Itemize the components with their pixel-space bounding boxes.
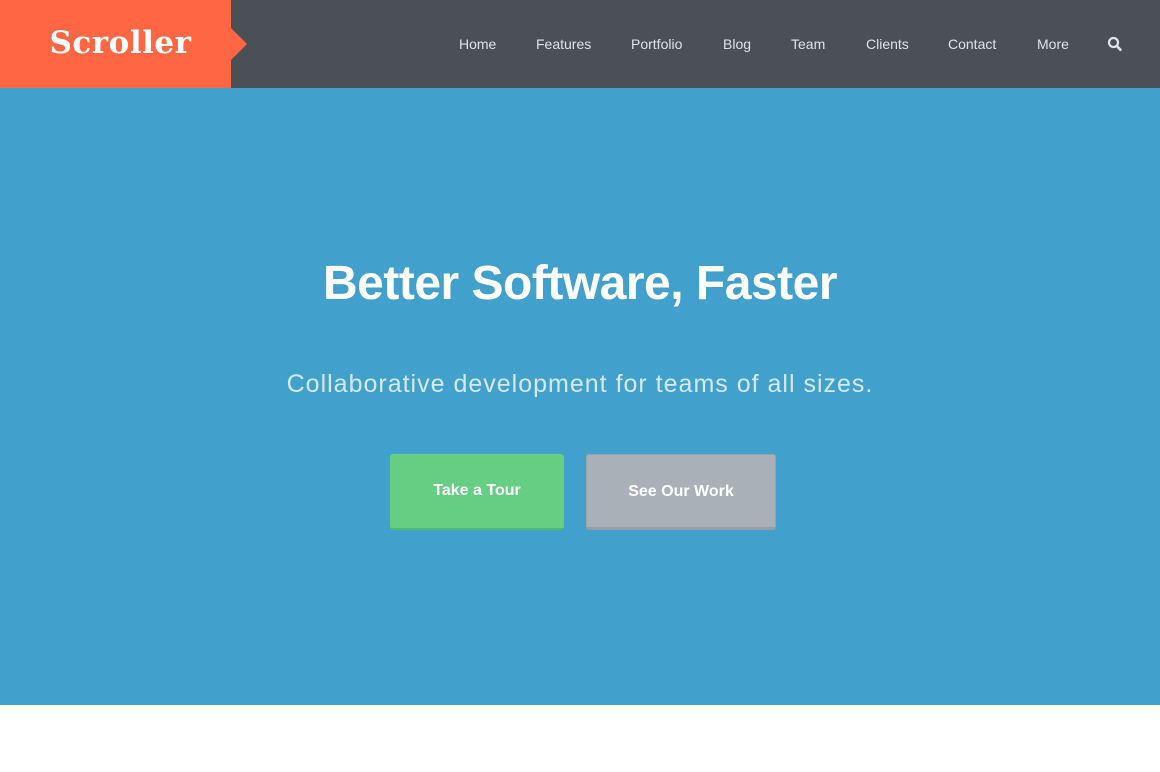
take-a-tour-button[interactable]: Take a Tour (390, 454, 564, 530)
site-logo[interactable]: Scroller (0, 0, 241, 88)
nav-item-home[interactable]: Home (459, 33, 496, 55)
site-header: Scroller Home Features Portfolio Blog Te… (0, 0, 1160, 88)
hero-title: Better Software, Faster (323, 257, 838, 310)
hero-section: Better Software, Faster Collaborative de… (0, 88, 1160, 705)
nav-item-blog[interactable]: Blog (723, 33, 751, 55)
hero-subtitle: Collaborative development for teams of a… (286, 370, 874, 398)
nav-item-contact[interactable]: Contact (948, 33, 996, 55)
nav-item-more[interactable]: More (1037, 33, 1069, 55)
nav-item-clients[interactable]: Clients (866, 33, 909, 55)
search-icon[interactable] (1107, 35, 1123, 53)
nav-item-portfolio[interactable]: Portfolio (631, 33, 682, 55)
nav-item-team[interactable]: Team (791, 33, 825, 55)
see-our-work-button[interactable]: See Our Work (586, 454, 776, 530)
content-area (0, 705, 1160, 772)
nav-item-features[interactable]: Features (536, 33, 591, 55)
